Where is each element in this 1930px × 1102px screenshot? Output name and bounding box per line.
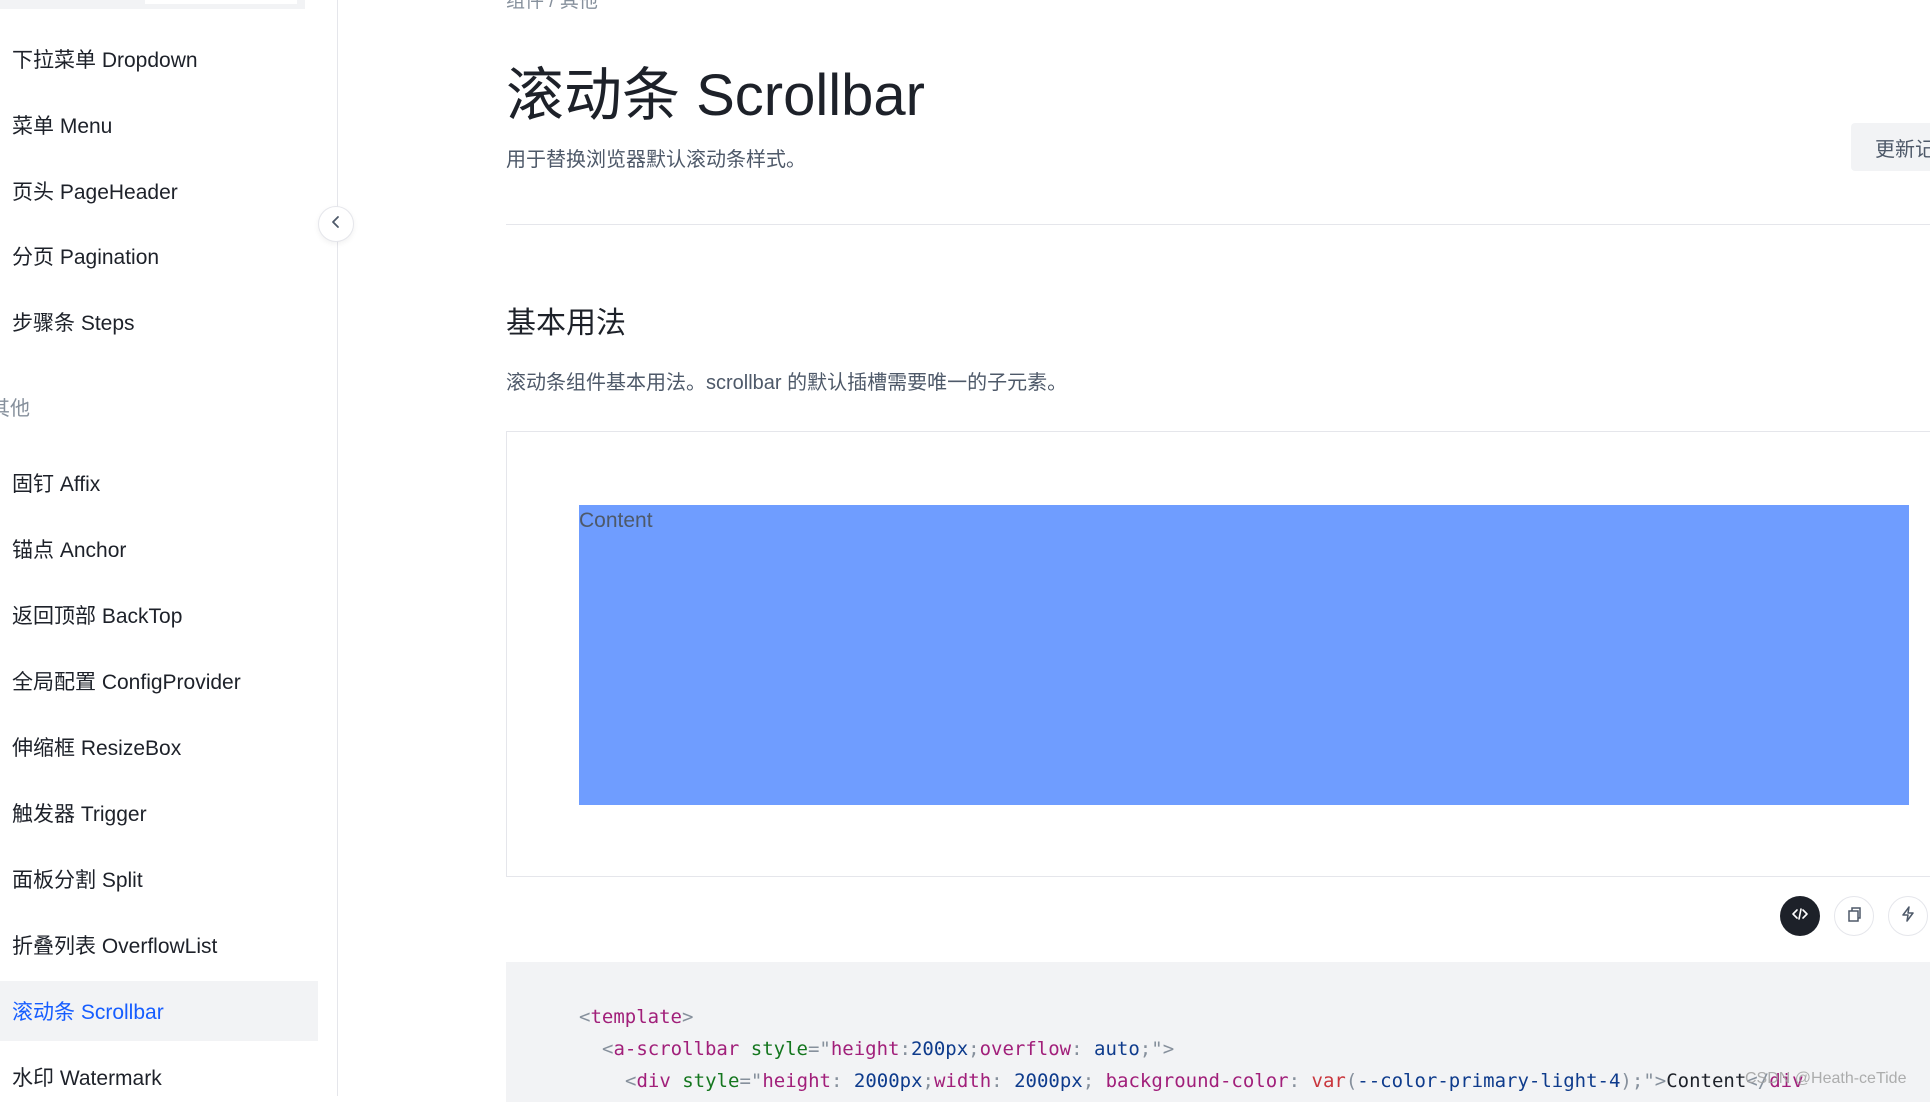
code-token: div (636, 1070, 671, 1092)
code-token: 200px (910, 1038, 969, 1060)
sidebar-item-label: 返回顶部 BackTop (12, 605, 183, 628)
sidebar-item-watermark[interactable]: 水印 Watermark (0, 1047, 318, 1096)
code-token: : (1071, 1038, 1095, 1060)
sidebar-item-label: 水印 Watermark (12, 1067, 162, 1090)
page-title: 滚动条 Scrollbar (506, 63, 925, 128)
sidebar-item-dropdown[interactable]: 下拉菜单 Dropdown (0, 29, 318, 89)
code-token: ( (1345, 1070, 1358, 1092)
sidebar-item-trigger[interactable]: 触发器 Trigger (0, 783, 318, 843)
sidebar-item-label: 菜单 Menu (12, 115, 113, 138)
breadcrumb: 组件 / 其他 (506, 0, 598, 12)
sidebar-item-scrollbar[interactable]: 滚动条 Scrollbar (0, 981, 318, 1041)
sidebar-item-label: 下拉菜单 Dropdown (12, 49, 198, 72)
copy-icon (1845, 905, 1863, 928)
lightning-icon (1899, 905, 1917, 928)
code-token: " (1151, 1038, 1163, 1060)
code-token: > (1162, 1038, 1175, 1060)
code-token: ; (1082, 1070, 1106, 1092)
sidebar-item-label: 全局配置 ConfigProvider (12, 671, 241, 694)
sidebar-item-label: 固钉 Affix (12, 473, 101, 496)
chevron-left-icon (329, 215, 343, 234)
code-token: template (590, 1006, 682, 1028)
code-token: ; (1139, 1038, 1152, 1060)
code-token: " (1643, 1070, 1655, 1092)
sidebar-item-split[interactable]: 面板分割 Split (0, 849, 318, 909)
sidebar-search-input[interactable] (145, 0, 297, 4)
code-token: = (739, 1070, 751, 1092)
code-token: height (830, 1038, 900, 1060)
code-token: Content (1666, 1070, 1747, 1092)
sidebar-item-label: 面板分割 Split (12, 869, 143, 892)
section-description: 滚动条组件基本用法。scrollbar 的默认插槽需要唯一的子元素。 (506, 372, 1068, 394)
codepen-button[interactable] (1888, 896, 1928, 936)
sidebar-search-strip (0, 0, 305, 9)
code-line: <a-scrollbar style="height:200px;overflo… (602, 1038, 1174, 1060)
code-token: : (991, 1070, 1015, 1092)
copy-code-button[interactable] (1834, 896, 1874, 936)
watermark-text: CSDN @Heath-ceTide (1745, 1070, 1907, 1087)
changelog-button[interactable]: 更新记录 (1851, 123, 1930, 171)
code-token: overflow (979, 1038, 1072, 1060)
divider (506, 224, 1930, 225)
sidebar-item-pagination[interactable]: 分页 Pagination (0, 226, 318, 286)
code-line: <div style="height: 2000px;width: 2000px… (625, 1070, 1804, 1092)
code-token: 2000px (1014, 1070, 1083, 1092)
code-token: ; (922, 1070, 934, 1092)
code-token: style (682, 1070, 740, 1092)
sidebar-item-overflowlist[interactable]: 折叠列表 OverflowList (0, 915, 318, 975)
code-token: " (750, 1070, 763, 1092)
sidebar-item-affix[interactable]: 固钉 Affix (0, 453, 318, 513)
sidebar-item-anchor[interactable]: 锚点 Anchor (0, 519, 318, 579)
scrollbar-demo-area[interactable]: Content (579, 505, 1909, 805)
code-token: --color-primary-light-4 (1357, 1070, 1621, 1092)
code-token: auto (1094, 1038, 1140, 1060)
code-token: style (750, 1038, 808, 1060)
code-token: height (762, 1070, 831, 1092)
sidebar-item-label: 分页 Pagination (12, 246, 160, 269)
sidebar-group-label: 其他 (0, 398, 30, 420)
code-line: <template> (579, 1006, 693, 1028)
code-token: > (681, 1006, 694, 1028)
code-token: : (899, 1038, 911, 1060)
code-token: 2000px (853, 1070, 923, 1092)
code-token: var (1311, 1070, 1346, 1092)
sidebar-item-steps[interactable]: 步骤条 Steps (0, 292, 318, 352)
sidebar-item-configprovider[interactable]: 全局配置 ConfigProvider (0, 651, 318, 711)
code-token: > (1654, 1070, 1667, 1092)
code-token: a-scrollbar (613, 1038, 740, 1060)
sidebar-item-label: 触发器 Trigger (12, 803, 147, 826)
code-token: " (819, 1038, 831, 1060)
sidebar-item-label: 滚动条 Scrollbar (12, 1001, 164, 1024)
sidebar-item-label: 步骤条 Steps (12, 312, 135, 335)
code-block: <template> <a-scrollbar style="height:20… (506, 962, 1930, 1102)
code-token: : (830, 1070, 854, 1092)
sidebar-item-label: 伸缩框 ResizeBox (12, 737, 182, 760)
code-token: < (625, 1070, 637, 1092)
sidebar-item-resizebox[interactable]: 伸缩框 ResizeBox (0, 717, 318, 777)
show-code-button[interactable] (1780, 896, 1820, 936)
code-token: < (579, 1006, 591, 1028)
demo-content-label: Content (579, 509, 653, 532)
sidebar-nav: 下拉菜单 Dropdown 菜单 Menu 页头 PageHeader 分页 P… (0, 0, 338, 1096)
code-token: : (1288, 1070, 1312, 1092)
page-description: 用于替换浏览器默认滚动条样式。 (506, 149, 806, 171)
code-token: background-color (1105, 1070, 1289, 1092)
sidebar-item-label: 页头 PageHeader (12, 181, 178, 204)
section-title: 基本用法 (506, 307, 626, 340)
sidebar-item-label: 锚点 Anchor (12, 539, 127, 562)
code-token: ; (1631, 1070, 1644, 1092)
code-token: ) (1620, 1070, 1632, 1092)
sidebar-item-menu[interactable]: 菜单 Menu (0, 95, 318, 155)
sidebar-item-pageheader[interactable]: 页头 PageHeader (0, 161, 318, 221)
code-token: ; (968, 1038, 980, 1060)
code-icon (1791, 905, 1809, 928)
sidebar-item-label: 折叠列表 OverflowList (12, 935, 218, 958)
code-token: = (807, 1038, 820, 1060)
code-token: < (602, 1038, 614, 1060)
sidebar-collapse-button[interactable] (318, 206, 354, 242)
code-token: width (933, 1070, 992, 1092)
sidebar-item-backtop[interactable]: 返回顶部 BackTop (0, 585, 318, 645)
